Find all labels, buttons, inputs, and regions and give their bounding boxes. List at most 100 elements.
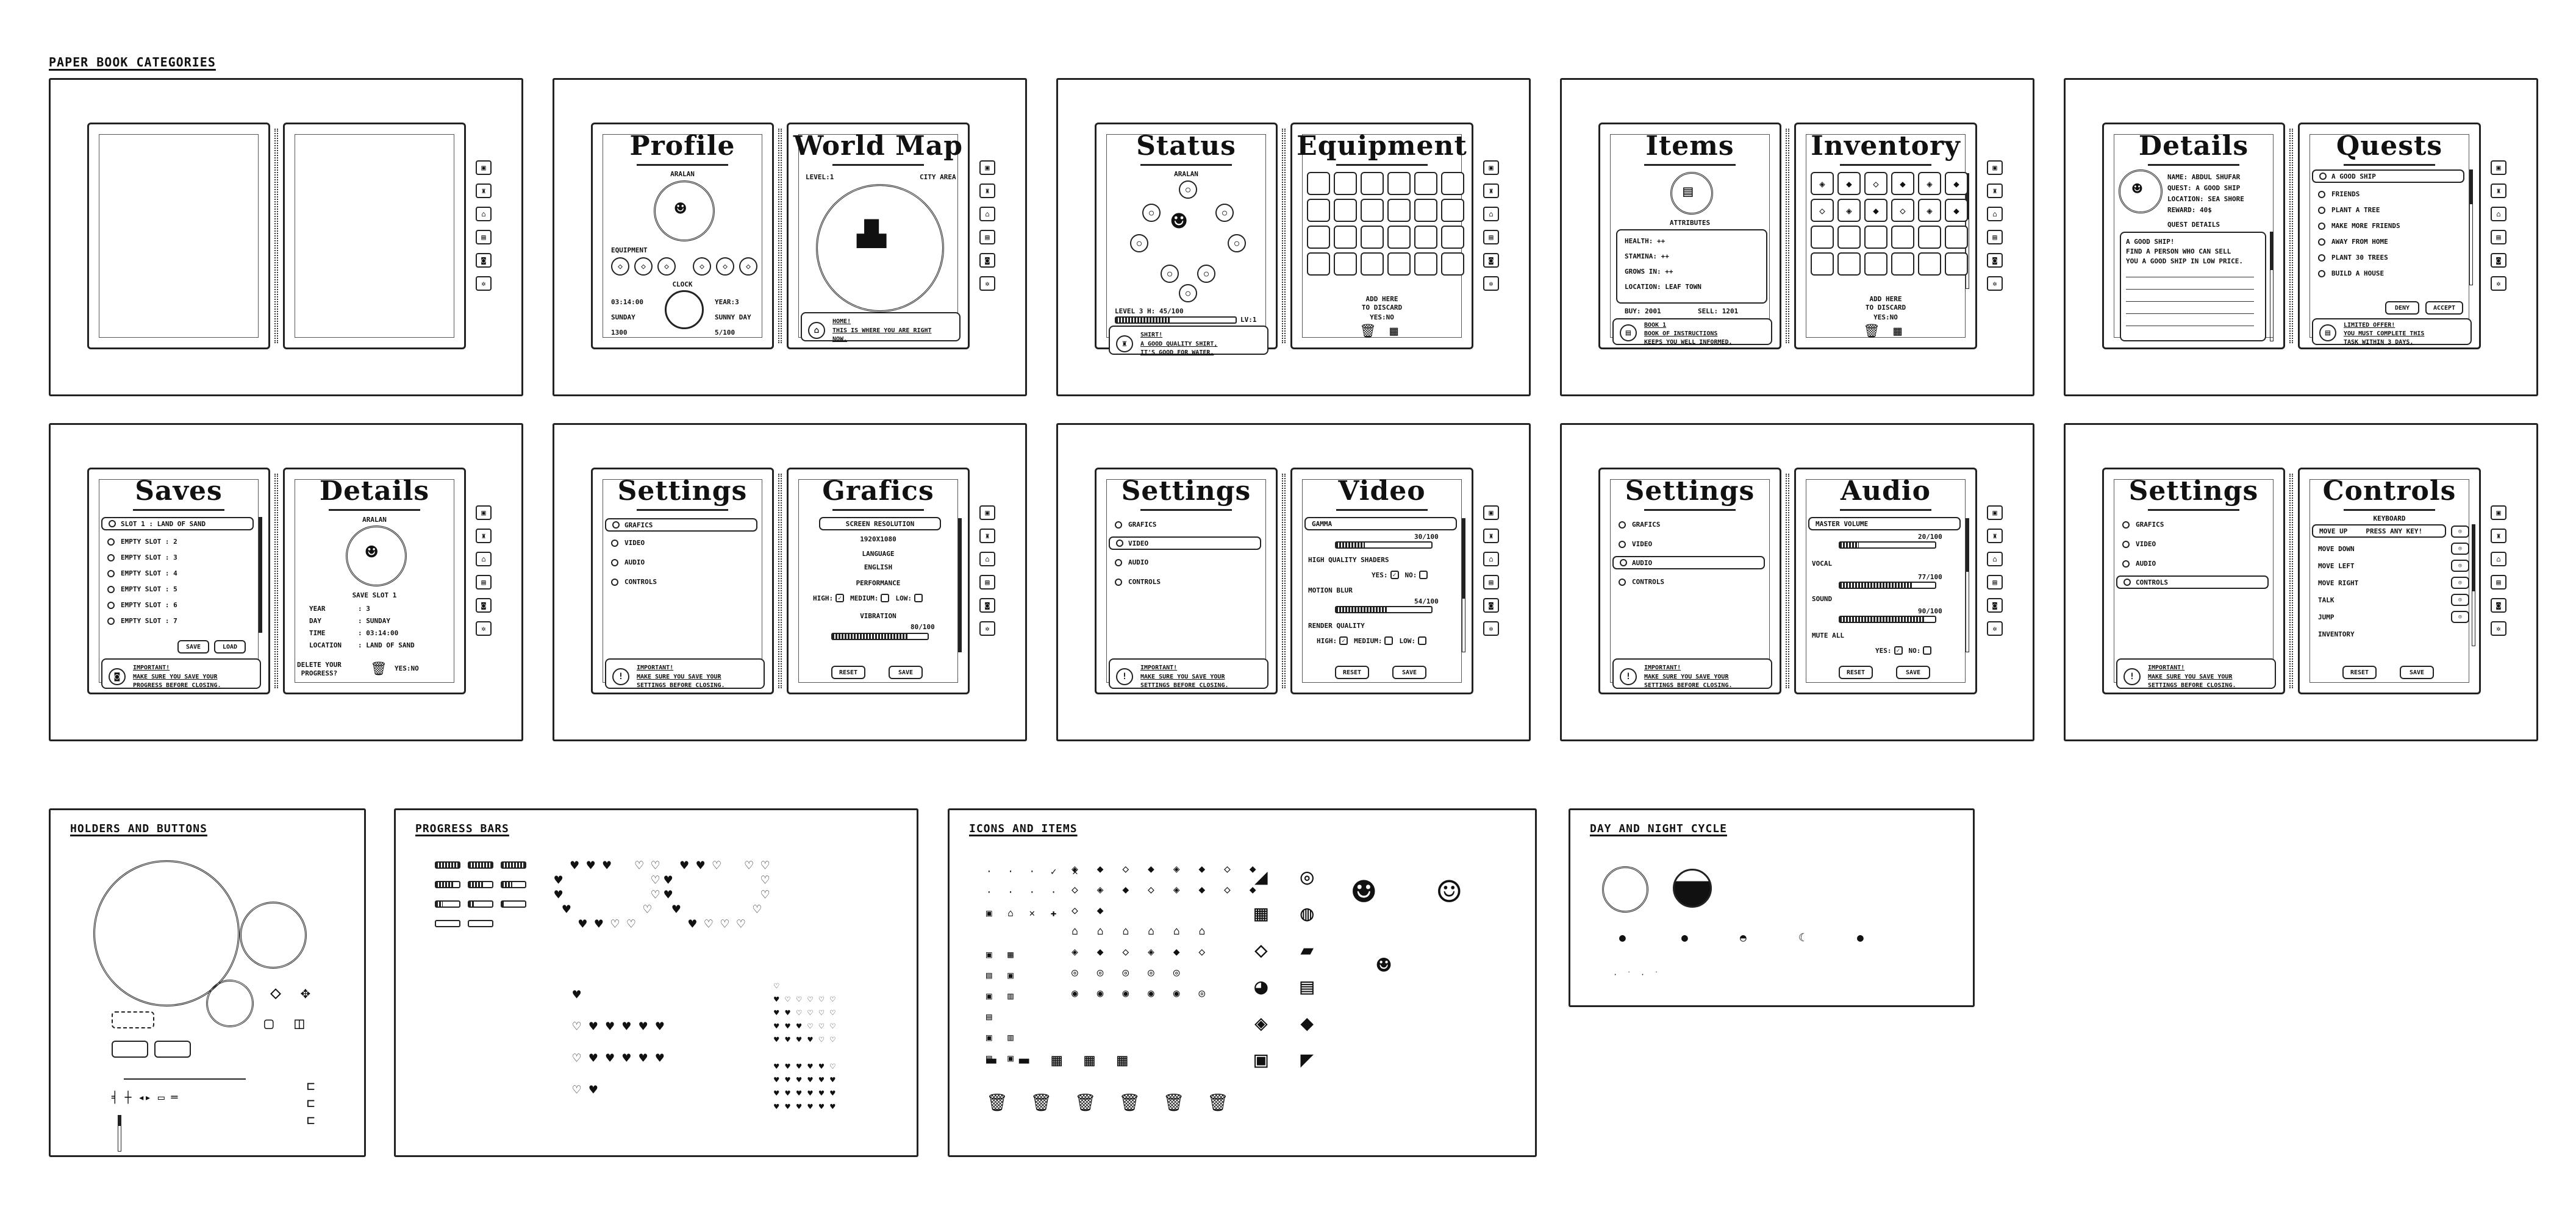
stat-slot-icon[interactable]: ○ [1197, 265, 1215, 283]
quest-item-selected[interactable]: A GOOD SHIP [2312, 169, 2464, 183]
tab-bag-icon[interactable]: ⌂ [476, 552, 492, 566]
inventory-slot[interactable] [1361, 252, 1384, 276]
tab-map-icon[interactable]: ▣ [979, 505, 995, 520]
tab-shirt-icon[interactable]: ♜ [1987, 183, 2003, 198]
video-scrollbar[interactable] [1462, 518, 1465, 652]
inventory-slot-filled[interactable]: ◈ [1918, 172, 1941, 195]
inventory-slot[interactable] [1864, 252, 1887, 276]
vocal-slider[interactable] [1839, 582, 1936, 589]
square-button-icon[interactable]: ▢ [264, 1016, 274, 1031]
inventory-slot[interactable] [1945, 252, 1968, 276]
tab-scroll-icon[interactable]: ▤ [1987, 575, 2003, 590]
master-volume-slider[interactable] [1839, 541, 1936, 549]
tab-bag-icon[interactable]: ⌂ [979, 207, 995, 221]
inventory-slot-filled[interactable]: ◈ [1811, 172, 1834, 195]
settings-menu-audio[interactable]: AUDIO [1115, 558, 1148, 566]
inventory-slot[interactable] [1811, 252, 1834, 276]
resolution-value[interactable]: 1920X1080 [789, 535, 968, 544]
settings-menu-controls[interactable]: CONTROLS [1619, 578, 1664, 586]
tab-scroll-icon[interactable]: ▤ [1483, 575, 1499, 590]
inventory-slot[interactable] [1414, 172, 1437, 195]
inventory-slot[interactable] [1387, 172, 1411, 195]
tab-gear-icon[interactable]: ✲ [1987, 621, 2003, 636]
medium-checkbox[interactable] [881, 594, 890, 602]
chest-icon[interactable]: ▦ [1894, 325, 1902, 338]
tab-map-icon[interactable]: ▣ [2491, 160, 2506, 175]
inventory-slot[interactable] [1387, 252, 1411, 276]
tab-bag-icon[interactable]: ⌂ [1483, 552, 1499, 566]
tab-bag-icon[interactable]: ⌂ [1483, 207, 1499, 221]
tab-bag-icon[interactable]: ⌂ [2491, 207, 2506, 221]
delete-yesno[interactable]: YES:NO [395, 664, 419, 673]
inventory-slot-filled[interactable]: ◇ [1891, 199, 1914, 222]
tab-bag-icon[interactable]: ⌂ [2491, 552, 2506, 566]
empty-button[interactable] [154, 1041, 191, 1058]
save-slot-selected[interactable]: SLOT 1 : LAND OF SAND [101, 517, 254, 530]
tab-shirt-icon[interactable]: ♜ [2491, 529, 2506, 543]
inventory-slot-filled[interactable]: ◆ [1864, 199, 1887, 222]
inventory-slot-filled[interactable]: ◆ [1945, 172, 1968, 195]
discard-yesno[interactable]: YES:NO [1292, 313, 1472, 322]
settings-menu-grafics[interactable]: GRAFICS [1619, 521, 1660, 529]
save-slot[interactable]: EMPTY SLOT : 4 [107, 569, 177, 577]
load-button[interactable]: LOAD [214, 640, 246, 654]
settings-menu-grafics-selected[interactable]: GRAFICS [605, 518, 757, 532]
inventory-slot[interactable] [1891, 252, 1914, 276]
settings-menu-audio[interactable]: AUDIO [2122, 560, 2156, 568]
inventory-slot[interactable] [1361, 226, 1384, 249]
save-slot[interactable]: EMPTY SLOT : 3 [107, 554, 177, 561]
tab-scroll-icon[interactable]: ▤ [979, 575, 995, 590]
tab-shirt-icon[interactable]: ♜ [476, 529, 492, 543]
tab-disk-icon[interactable]: ◙ [979, 598, 995, 613]
tab-bag-icon[interactable]: ⌂ [476, 207, 492, 221]
tab-gear-icon[interactable]: ✲ [1483, 621, 1499, 636]
tab-disk-icon[interactable]: ◙ [476, 598, 492, 613]
tab-disk-icon[interactable]: ◙ [1483, 598, 1499, 613]
quest-item[interactable]: MAKE MORE FRIENDS [2318, 222, 2400, 230]
key-binding-icon[interactable]: ◎ [2451, 611, 2469, 623]
equip-slot-icon[interactable]: ◇ [657, 257, 676, 276]
tab-gear-icon[interactable]: ✲ [1483, 276, 1499, 291]
tab-map-icon[interactable]: ▣ [1483, 505, 1499, 520]
stat-slot-icon[interactable]: ○ [1179, 180, 1197, 199]
inventory-slot[interactable] [1414, 226, 1437, 249]
controls-scrollbar[interactable] [2472, 524, 2475, 646]
quest-item[interactable]: FRIENDS [2318, 190, 2360, 198]
tab-gear-icon[interactable]: ✲ [1987, 276, 2003, 291]
key-binding-icon[interactable]: ◎ [2451, 560, 2469, 572]
quest-item[interactable]: PLANT A TREE [2318, 206, 2380, 214]
chest-icon[interactable]: ▦ [1390, 325, 1398, 338]
equip-slot-icon[interactable]: ◇ [693, 257, 711, 276]
inventory-slot-filled[interactable]: ◆ [1945, 199, 1968, 222]
tab-scroll-icon[interactable]: ▤ [476, 230, 492, 244]
save-slot[interactable]: EMPTY SLOT : 2 [107, 538, 177, 546]
diamond-button-icon[interactable]: ◇ [270, 984, 281, 1002]
vibration-slider[interactable] [831, 633, 929, 640]
discard-yesno[interactable]: YES:NO [1796, 313, 1975, 322]
tab-bag-icon[interactable]: ⌂ [1987, 207, 2003, 221]
settings-menu-video[interactable]: VIDEO [1619, 540, 1652, 548]
inventory-slot-filled[interactable]: ◆ [1891, 172, 1914, 195]
tab-scroll-icon[interactable]: ▤ [2491, 575, 2506, 590]
tab-disk-icon[interactable]: ◙ [1987, 598, 2003, 613]
tab-scroll-icon[interactable]: ▤ [2491, 230, 2506, 244]
quest-item[interactable]: AWAY FROM HOME [2318, 238, 2388, 246]
stat-slot-icon[interactable]: ○ [1179, 284, 1197, 302]
tab-map-icon[interactable]: ▣ [476, 160, 492, 175]
tab-disk-icon[interactable]: ◙ [1987, 253, 2003, 268]
save-button[interactable]: SAVE [1392, 666, 1426, 679]
no-checkbox[interactable] [1923, 646, 1932, 655]
settings-menu-grafics[interactable]: GRAFICS [2122, 521, 2164, 529]
inventory-slot[interactable] [1414, 199, 1437, 222]
details-scrollbar[interactable] [2270, 232, 2274, 341]
save-button[interactable]: SAVE [2400, 666, 2434, 679]
tab-gear-icon[interactable]: ✲ [476, 621, 492, 636]
inventory-slot[interactable] [1307, 199, 1330, 222]
tab-scroll-icon[interactable]: ▤ [1483, 230, 1499, 244]
tab-shirt-icon[interactable]: ♜ [979, 183, 995, 198]
sound-slider[interactable] [1839, 616, 1936, 623]
tab-map-icon[interactable]: ▣ [2491, 505, 2506, 520]
inventory-slot[interactable] [1918, 226, 1941, 249]
corner-button-icon[interactable]: ◫ [295, 1016, 304, 1031]
tab-map-icon[interactable]: ▣ [1987, 505, 2003, 520]
